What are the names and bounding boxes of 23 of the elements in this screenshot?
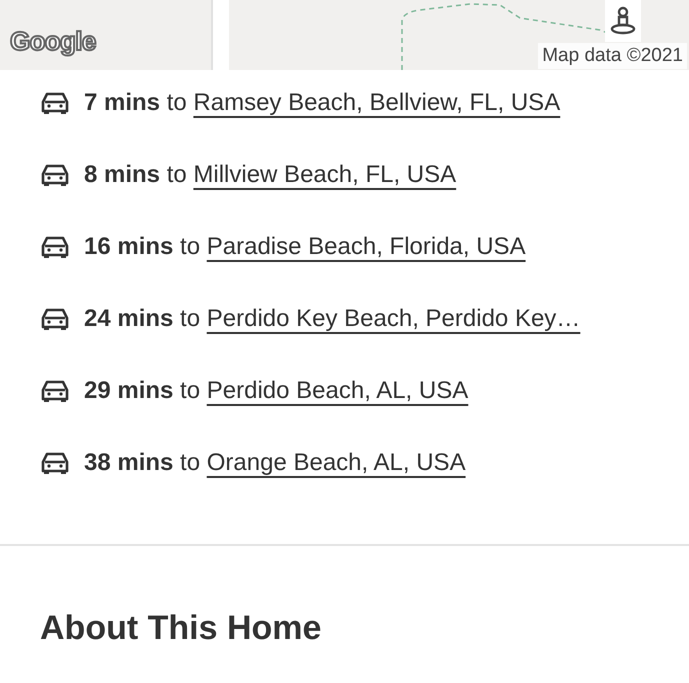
- car-icon: [40, 307, 70, 331]
- car-icon: [40, 163, 70, 187]
- commute-text: 38 mins to Orange Beach, AL, USA: [84, 448, 466, 478]
- commute-text: 29 mins to Perdido Beach, AL, USA: [84, 376, 468, 406]
- car-icon: [40, 235, 70, 259]
- map-attribution: Map data ©2021: [538, 43, 687, 69]
- destination-link[interactable]: Paradise Beach, Florida, USA: [206, 233, 526, 260]
- car-icon: [40, 91, 70, 115]
- commute-text: 16 mins to Paradise Beach, Florida, USA: [84, 232, 526, 262]
- destination-link[interactable]: Millview Beach, FL, USA: [193, 161, 456, 188]
- section-heading: About This Home: [39, 608, 322, 648]
- destination-link[interactable]: Perdido Key Beach, Perdido Key…: [206, 305, 580, 332]
- commute-text: 24 mins to Perdido Key Beach, Perdido Key…: [84, 304, 580, 334]
- car-icon: [40, 451, 70, 475]
- map-logo: Google: [10, 28, 96, 54]
- commute-text: 7 mins to Ramsey Beach, Bellview, FL, USA: [84, 88, 560, 118]
- person-icon: [610, 6, 636, 36]
- car-icon: [40, 379, 70, 403]
- destination-link[interactable]: Orange Beach, AL, USA: [206, 449, 466, 476]
- commute-text: 8 mins to Millview Beach, FL, USA: [84, 160, 456, 190]
- destination-link[interactable]: Ramsey Beach, Bellview, FL, USA: [193, 89, 560, 116]
- destination-link[interactable]: Perdido Beach, AL, USA: [206, 377, 468, 404]
- pegman-button[interactable]: [605, 0, 641, 42]
